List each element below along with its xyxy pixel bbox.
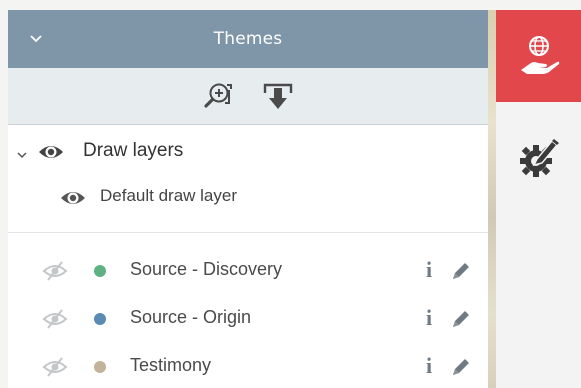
edit-pencil-icon[interactable]: [450, 260, 472, 282]
layer-color-dot: [94, 265, 106, 277]
globe-hand-icon: [520, 36, 559, 74]
download-button[interactable]: [259, 77, 297, 115]
info-icon[interactable]: i: [426, 305, 432, 331]
draw-settings-rail-button[interactable]: [496, 118, 581, 198]
layer-row[interactable]: Testimony i: [8, 350, 488, 382]
layer-row[interactable]: Source - Discovery i: [8, 254, 488, 286]
themes-panel: Themes Draw layers Default draw layer So…: [8, 10, 488, 388]
download-icon: [263, 83, 293, 109]
panel-title: Themes: [213, 29, 283, 49]
hidden-eye-icon[interactable]: [42, 260, 68, 282]
expand-chevron-icon[interactable]: [16, 146, 28, 159]
settings-pencil-icon: [519, 139, 559, 177]
visibility-eye-icon[interactable]: [38, 143, 64, 161]
map-background[interactable]: [488, 10, 496, 388]
layer-label: Source - Discovery: [130, 259, 283, 279]
zoom-to-layer-icon: [204, 83, 232, 108]
info-icon[interactable]: i: [426, 257, 432, 283]
list-item[interactable]: Default draw layer: [8, 182, 488, 214]
hidden-eye-icon[interactable]: [42, 308, 68, 330]
panel-header: Themes: [8, 10, 488, 68]
zoom-to-layer-button[interactable]: [199, 77, 237, 115]
layer-color-dot: [94, 313, 106, 325]
default-draw-layer-label: Default draw layer: [100, 186, 238, 205]
edit-pencil-icon[interactable]: [450, 308, 472, 330]
draw-layers-label: Draw layers: [83, 140, 184, 161]
hidden-eye-icon[interactable]: [42, 356, 68, 378]
layer-label: Testimony: [130, 355, 212, 375]
themes-rail-button[interactable]: [496, 10, 581, 102]
divider: [8, 232, 488, 233]
right-rail: [496, 10, 581, 388]
collapse-chevron-icon[interactable]: [26, 29, 46, 49]
layer-color-dot: [94, 361, 106, 373]
info-icon[interactable]: i: [426, 353, 432, 379]
layer-row[interactable]: Source - Origin i: [8, 302, 488, 334]
visibility-eye-icon[interactable]: [60, 189, 86, 207]
layer-label: Source - Origin: [130, 307, 252, 327]
edit-pencil-icon[interactable]: [450, 356, 472, 378]
panel-toolbar: [8, 68, 488, 125]
draw-layers-group[interactable]: Draw layers: [8, 135, 488, 169]
